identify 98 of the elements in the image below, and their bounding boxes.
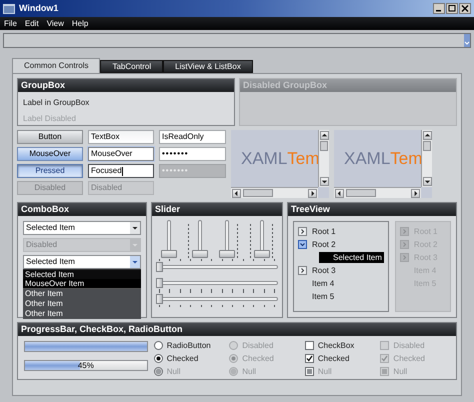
close-icon[interactable] (459, 3, 471, 14)
tree-item[interactable]: Item 4 (311, 278, 336, 289)
option-label: Disabled (393, 340, 425, 352)
group-header: GroupBox (18, 79, 234, 92)
vertical-scrollbar[interactable] (318, 130, 329, 187)
label: Label Disabled (23, 113, 77, 125)
slider-track[interactable] (160, 220, 176, 258)
dropdown-item[interactable]: Other Item (23, 289, 141, 299)
window-icon (3, 4, 15, 14)
slider-thumb[interactable] (254, 250, 270, 258)
logo-text: XAML (344, 148, 390, 170)
option-label: Disabled (242, 340, 274, 352)
dropdown-item[interactable]: Selected Item (23, 269, 141, 279)
combo-box[interactable]: Selected Item (23, 255, 141, 269)
option-label: Checked (242, 352, 274, 364)
group-header: Disabled GroupBox (240, 79, 456, 92)
text-box[interactable]: MouseOver (88, 147, 154, 161)
menu-item[interactable]: File (4, 18, 17, 30)
menu-item[interactable]: View (46, 18, 64, 30)
text-box[interactable]: TextBox (88, 130, 154, 144)
expander-icon[interactable] (298, 227, 307, 236)
scroll-right-icon[interactable] (411, 188, 420, 198)
tree-item[interactable]: Root 3 (311, 265, 337, 276)
group-header: Slider (152, 203, 282, 216)
slider-thumb[interactable] (156, 294, 163, 304)
slider-track[interactable] (156, 294, 278, 304)
tab[interactable]: TabControl (100, 60, 164, 73)
option-label: CheckBox (318, 340, 354, 352)
radio-button[interactable] (154, 354, 163, 363)
slider-track[interactable] (254, 220, 270, 258)
slider-thumb[interactable] (156, 278, 163, 288)
button[interactable]: MouseOver (17, 147, 83, 161)
scroll-thumb[interactable] (423, 141, 431, 151)
group-header: ComboBox (18, 203, 146, 216)
progress-label: 45% (76, 361, 95, 370)
scroll-left-icon[interactable] (232, 188, 241, 198)
slider-thumb[interactable] (160, 250, 176, 258)
scroll-thumb[interactable] (243, 189, 273, 197)
scroll-right-icon[interactable] (308, 188, 317, 198)
slider-track[interactable] (218, 220, 234, 258)
scroll-left-icon[interactable] (335, 188, 344, 198)
logo-text: Tem (390, 148, 421, 170)
scroll-icon[interactable] (464, 34, 470, 47)
menu-item[interactable]: Help (72, 18, 88, 30)
dropdown-item[interactable]: MouseOver Item (23, 279, 141, 289)
horizontal-scrollbar[interactable] (231, 187, 318, 198)
horizontal-scrollbar[interactable] (334, 187, 421, 198)
maximize-icon[interactable] (446, 3, 458, 14)
scroll-thumb[interactable] (346, 189, 376, 197)
slider-thumb[interactable] (218, 250, 234, 258)
tree-item[interactable]: Root 1 (311, 226, 337, 237)
checkbox[interactable] (304, 341, 314, 350)
scroll-down-icon[interactable] (422, 177, 432, 186)
checkbox[interactable] (304, 354, 314, 363)
dropdown-item[interactable]: Other Item (23, 309, 141, 319)
slider-thumb[interactable] (156, 262, 163, 272)
combo-box[interactable]: Selected Item (23, 221, 141, 235)
option-label: Null (318, 366, 332, 378)
expander-icon[interactable] (298, 240, 307, 249)
slider-track[interactable] (156, 262, 278, 272)
option-label: Checked (166, 352, 198, 364)
slider-track[interactable] (192, 220, 208, 258)
radio-button[interactable] (154, 367, 163, 376)
menu-item[interactable]: Edit (24, 18, 39, 30)
tree-item[interactable]: Item 5 (311, 291, 336, 302)
option-label: RadioButton (166, 340, 211, 352)
scroll-up-icon[interactable] (320, 131, 328, 140)
group-header: TreeView (288, 203, 456, 216)
slider-track[interactable] (156, 278, 278, 288)
checkbox[interactable] (304, 367, 314, 376)
option-label: Null (166, 366, 180, 378)
dropdown-item[interactable]: Other Item (23, 299, 141, 309)
window-title: Window1 (19, 2, 58, 15)
tab[interactable]: Common Controls (12, 58, 100, 73)
expander-icon[interactable] (298, 266, 307, 275)
button[interactable]: Pressed (17, 164, 83, 178)
tab[interactable]: ListView & ListBox (163, 60, 253, 73)
scroll-up-icon[interactable] (422, 131, 432, 140)
minimize-icon[interactable] (433, 3, 445, 14)
option-label: Checked (318, 352, 350, 364)
radio-button[interactable] (154, 341, 163, 350)
logo-text: Tem (287, 148, 318, 170)
tree-item[interactable]: Selected Item (319, 252, 384, 263)
vertical-scrollbar[interactable] (421, 130, 432, 187)
slider-thumb[interactable] (192, 250, 208, 258)
label: Label in GroupBox (23, 97, 90, 109)
option-label: Null (242, 366, 256, 378)
text-box[interactable]: IsReadOnly (159, 130, 226, 144)
option-label: Checked (393, 352, 425, 364)
logo-text: XAML (241, 148, 288, 170)
tree-item[interactable]: Root 2 (311, 239, 337, 250)
group-header: ProgressBar, CheckBox, RadioButton (18, 323, 456, 336)
button[interactable]: Button (17, 130, 83, 144)
option-label: Null (393, 366, 408, 378)
scroll-thumb[interactable] (320, 141, 328, 151)
text-box[interactable]: Focused (88, 164, 154, 178)
password-box[interactable]: ••••••• (159, 147, 226, 161)
scroll-down-icon[interactable] (320, 177, 328, 186)
